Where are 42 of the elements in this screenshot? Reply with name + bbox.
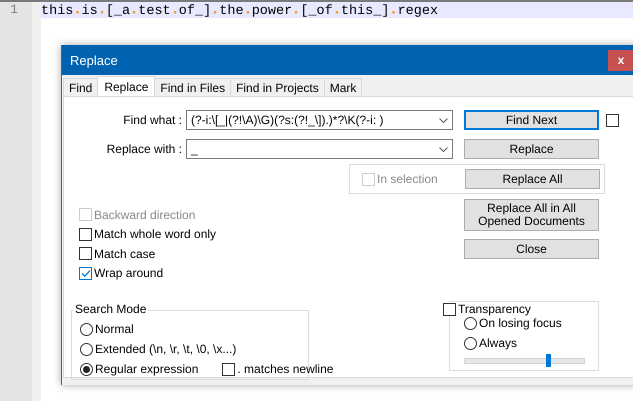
checkbox-label: Transparency [458, 302, 531, 316]
slider-thumb[interactable] [546, 354, 552, 367]
window-close-button[interactable]: x [608, 50, 633, 70]
checkbox-label: . matches newline [237, 362, 334, 376]
radio-label: Always [479, 336, 518, 350]
checkbox[interactable] [606, 114, 619, 126]
checkbox[interactable] [222, 362, 236, 376]
radio-button[interactable] [80, 362, 93, 376]
checkbox[interactable] [79, 247, 92, 260]
group-title: Search Mode [73, 302, 148, 316]
button[interactable]: Replace All [465, 169, 600, 189]
radio-label: On losing focus [479, 316, 562, 330]
field-label: Replace with : [106, 142, 182, 156]
checkbox-label: In selection [377, 172, 438, 186]
button[interactable]: Close [464, 239, 599, 259]
checkbox[interactable] [443, 302, 456, 316]
radio-button[interactable] [80, 342, 93, 356]
radio-button[interactable] [464, 336, 477, 350]
radio-button[interactable] [464, 316, 477, 330]
tab[interactable]: Find in Projects [230, 78, 325, 96]
code-line: this is [_a test of_] the power [_of this_] regex [41, 4, 438, 19]
tab[interactable]: Mark [324, 78, 362, 96]
tab[interactable]: Find [63, 78, 98, 96]
window-title: Replace [70, 52, 118, 68]
checkbox-label: Match whole word only [94, 227, 216, 241]
button[interactable]: Replace [464, 139, 599, 159]
button[interactable]: Find Next [464, 110, 599, 130]
radio-label: Normal [95, 322, 134, 336]
checkbox-label: Wrap around [94, 266, 164, 280]
line-number: 1 [9, 2, 19, 18]
button[interactable]: Replace All in All Opened Documents [464, 199, 599, 231]
tab[interactable]: Replace [97, 76, 156, 96]
radio-label: Regular expression [95, 362, 198, 376]
radio-label: Extended (\n, \r, \t, \0, \x...) [95, 342, 236, 356]
checkbox-label: Match case [94, 246, 156, 260]
field-label: Find what : [122, 113, 182, 127]
combo-box[interactable]: _ [186, 139, 453, 159]
checkbox[interactable] [79, 266, 92, 280]
checkbox-label: Backward direction [94, 208, 196, 222]
checkbox[interactable] [79, 228, 92, 240]
radio-button[interactable] [80, 322, 93, 336]
combo-box[interactable]: (?-i:\[_|(?!\A)\G)(?s:(?!_\]).)*?\K(?-i: ) [186, 110, 453, 130]
